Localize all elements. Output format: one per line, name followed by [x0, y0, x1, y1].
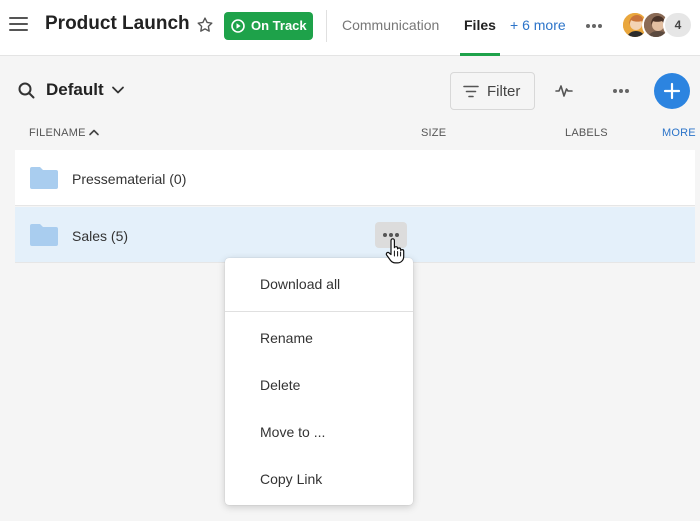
context-menu: Download all Rename Delete Move to ... C… — [225, 258, 413, 505]
header-divider — [326, 10, 327, 42]
sort-up-icon[interactable] — [88, 127, 100, 137]
filter-button[interactable]: Filter — [450, 72, 535, 110]
menu-item-download-all[interactable]: Download all — [260, 276, 340, 292]
tab-files[interactable]: Files — [464, 17, 496, 33]
status-badge[interactable]: On Track — [224, 12, 313, 40]
menu-item-move-to[interactable]: Move to ... — [260, 424, 325, 440]
hamburger-icon[interactable] — [9, 16, 28, 32]
column-header-labels[interactable]: LABELS — [565, 127, 608, 139]
status-label: On Track — [251, 18, 307, 33]
tab-more[interactable]: + 6 more — [510, 17, 566, 33]
plus-icon — [663, 82, 681, 100]
active-tab-indicator — [460, 53, 500, 56]
chevron-down-icon[interactable] — [111, 85, 125, 95]
menu-item-copy-link[interactable]: Copy Link — [260, 471, 322, 487]
column-header-more[interactable]: MORE — [662, 127, 696, 139]
star-icon[interactable] — [196, 16, 214, 34]
activity-icon[interactable] — [555, 82, 573, 100]
menu-divider — [225, 311, 413, 312]
hand-cursor-icon — [385, 238, 405, 264]
folder-icon — [30, 167, 58, 189]
table-row[interactable]: Sales (5) — [15, 207, 695, 263]
ellipsis-icon[interactable] — [585, 18, 603, 34]
filter-label: Filter — [487, 83, 521, 100]
column-header-size[interactable]: SIZE — [421, 127, 446, 139]
top-header: Product Launch On Track Communication Fi… — [0, 0, 700, 56]
folder-icon — [30, 224, 58, 246]
search-icon[interactable] — [18, 82, 35, 99]
menu-item-delete[interactable]: Delete — [260, 377, 300, 393]
menu-item-rename[interactable]: Rename — [260, 330, 313, 346]
tab-communication[interactable]: Communication — [342, 17, 439, 33]
ellipsis-icon[interactable] — [612, 83, 630, 99]
row-filename[interactable]: Sales (5) — [72, 228, 128, 244]
table-row[interactable]: Pressematerial (0) — [15, 150, 695, 206]
add-button[interactable] — [654, 73, 690, 109]
project-title: Product Launch — [45, 13, 190, 34]
avatar-overflow-count[interactable]: 4 — [663, 11, 693, 39]
play-icon — [231, 19, 245, 33]
column-header-filename[interactable]: FILENAME — [29, 127, 86, 139]
view-select[interactable]: Default — [46, 80, 104, 100]
row-filename[interactable]: Pressematerial (0) — [72, 171, 186, 187]
filter-icon — [463, 85, 479, 98]
